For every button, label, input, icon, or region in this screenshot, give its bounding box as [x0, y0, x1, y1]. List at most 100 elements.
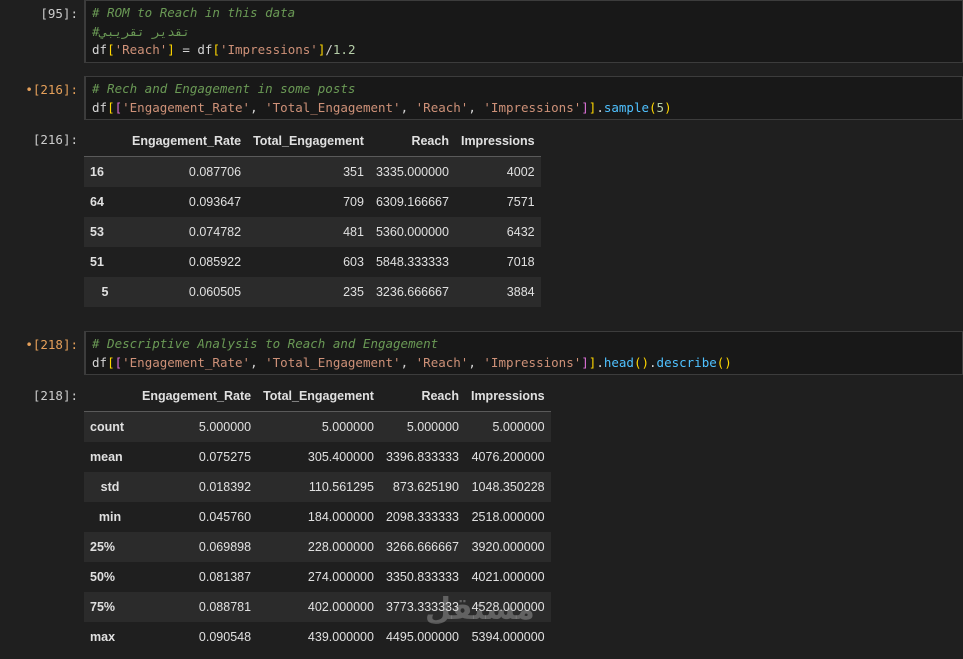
table-row: 16 0.087706 351 3335.000000 4002	[84, 156, 541, 187]
table-cell: 7018	[506, 255, 535, 269]
row-index: 75%	[90, 600, 116, 614]
row-index: 51	[90, 255, 104, 269]
row-index: count	[90, 420, 125, 434]
column-header: Reach	[379, 381, 465, 412]
table-cell: 274.000000	[307, 570, 374, 584]
code-editor[interactable]: # ROM to Reach in this data #تقدير تقريب…	[84, 0, 963, 63]
column-header: Total_Engagement	[247, 126, 370, 157]
table-header-row: Engagement_Rate Total_Engagement Reach Impr…	[84, 381, 551, 412]
row-index: mean	[90, 450, 123, 464]
table-cell: 235	[343, 285, 364, 299]
column-header: Total_Engagement	[257, 381, 380, 412]
table-cell: 3396.833333	[385, 450, 459, 464]
table-cell: 0.018392	[198, 480, 252, 494]
column-header: Reach	[369, 126, 455, 157]
table-cell: 0.093647	[188, 195, 242, 209]
code-comment: # Descriptive Analysis to Reach and Enga…	[92, 336, 439, 351]
table-cell: 3266.666667	[385, 540, 459, 554]
table-row: min 0.045760 184.000000 2098.333333 2518.000…	[84, 502, 551, 532]
table-cell: 0.085922	[188, 255, 242, 269]
table-row: 50% 0.081387 274.000000 3350.833333 4021.000…	[84, 562, 551, 592]
table-row: 64 0.093647 709 6309.166667 7571	[84, 187, 541, 217]
table-cell: 3920.000000	[471, 540, 545, 554]
table-row: mean 0.075275 305.400000 3396.833333 4076.20…	[84, 442, 551, 472]
table-cell: 439.000000	[307, 630, 374, 644]
row-index: 53	[90, 225, 104, 239]
table-cell: 5.000000	[406, 420, 459, 434]
arabic-comment: #تقدير تقريبي	[92, 23, 190, 39]
input-prompt-label: [216]:	[32, 82, 78, 97]
table-cell: 603	[343, 255, 364, 269]
code-comment-arabic: #تقدير تقريبي	[92, 23, 962, 42]
table-cell: 3335.000000	[375, 165, 449, 179]
table-cell: 3350.833333	[385, 570, 459, 584]
code-editor[interactable]: # Descriptive Analysis to Reach and Enga…	[84, 331, 963, 375]
code-comment: # ROM to Reach in this data	[92, 5, 296, 20]
table-cell: 0.081387	[198, 570, 252, 584]
table-cell: 0.060505	[188, 285, 242, 299]
table-cell: 5.000000	[321, 420, 374, 434]
table-cell: 5848.333333	[375, 255, 449, 269]
row-index: 25%	[90, 540, 116, 554]
output-prompt: [218]:	[32, 388, 78, 403]
table-cell: 4076.200000	[471, 450, 545, 464]
column-header: Impressions	[464, 381, 551, 412]
table-cell: 5.000000	[492, 420, 545, 434]
column-header: Engagement_Rate	[126, 126, 248, 157]
row-index: 50%	[90, 570, 116, 584]
watermark-logo: مستقل	[425, 592, 535, 627]
row-index: std	[100, 480, 120, 494]
modified-indicator: •	[25, 82, 33, 97]
index-header	[84, 381, 136, 412]
table-row: 25% 0.069898 228.000000 3266.666667 3920.000…	[84, 532, 551, 562]
input-prompt: [95]:	[40, 6, 78, 21]
table-cell: 305.400000	[307, 450, 374, 464]
table-header-row: Engagement_Rate Total_Engagement Reach Impr…	[84, 126, 541, 157]
input-prompt-label: [218]:	[32, 337, 78, 352]
table-cell: 0.088781	[198, 600, 252, 614]
column-header: Impressions	[454, 126, 541, 157]
table-cell: 0.090548	[198, 630, 252, 644]
table-cell: 110.561295	[308, 480, 374, 494]
table-cell: 2518.000000	[471, 510, 545, 524]
table-cell: 0.045760	[198, 510, 252, 524]
table-cell: 0.074782	[188, 225, 242, 239]
table-row: 53 0.074782 481 5360.000000 6432	[84, 217, 541, 247]
row-index: 16	[90, 165, 104, 179]
table-row: std 0.018392 110.561295 873.625190 1048.3502…	[84, 472, 551, 502]
sample-dataframe: Engagement_Rate Total_Engagement Reach Impr…	[84, 126, 541, 307]
table-cell: 4002	[506, 165, 535, 179]
code-editor[interactable]: # Rech and Engagement in some posts df[[…	[84, 76, 963, 120]
table-cell: 0.075275	[198, 450, 252, 464]
row-index: 5	[101, 285, 109, 299]
column-header: Engagement_Rate	[136, 381, 258, 412]
row-index: min	[98, 510, 122, 524]
table-cell: 1048.350228	[471, 480, 545, 494]
code-line-describe: df[['Engagement_Rate', 'Total_Engagement…	[92, 354, 732, 370]
modified-indicator: •	[25, 337, 33, 352]
table-cell: 184.000000	[307, 510, 374, 524]
table-cell: 7571	[506, 195, 535, 209]
row-index: max	[90, 630, 116, 644]
code-line-reach: df['Reach'] = df['Impressions']/1.2	[92, 42, 356, 57]
table-cell: 351	[343, 165, 364, 179]
table-cell: 873.625190	[392, 480, 459, 494]
table-cell: 4021.000000	[471, 570, 545, 584]
table-cell: 6309.166667	[375, 195, 449, 209]
table-cell: 0.069898	[198, 540, 252, 554]
table-row: 5 0.060505 235 3236.666667 3884	[84, 277, 541, 307]
table-cell: 481	[343, 225, 364, 239]
row-index: 64	[90, 195, 104, 209]
input-prompt: •[216]:	[0, 82, 78, 97]
table-cell: 0.087706	[188, 165, 242, 179]
table-cell: 5.000000	[198, 420, 252, 434]
table-row: count 5.000000 5.000000 5.000000 5.000000	[84, 411, 551, 442]
table-cell: 6432	[506, 225, 535, 239]
code-comment: # Rech and Engagement in some posts	[92, 81, 356, 96]
table-cell: 709	[343, 195, 364, 209]
table-cell: 3236.666667	[375, 285, 449, 299]
code-line-sample: df[['Engagement_Rate', 'Total_Engagement…	[92, 99, 672, 115]
table-cell: 228.000000	[307, 540, 374, 554]
table-cell: 2098.333333	[385, 510, 459, 524]
table-cell: 3884	[506, 285, 535, 299]
